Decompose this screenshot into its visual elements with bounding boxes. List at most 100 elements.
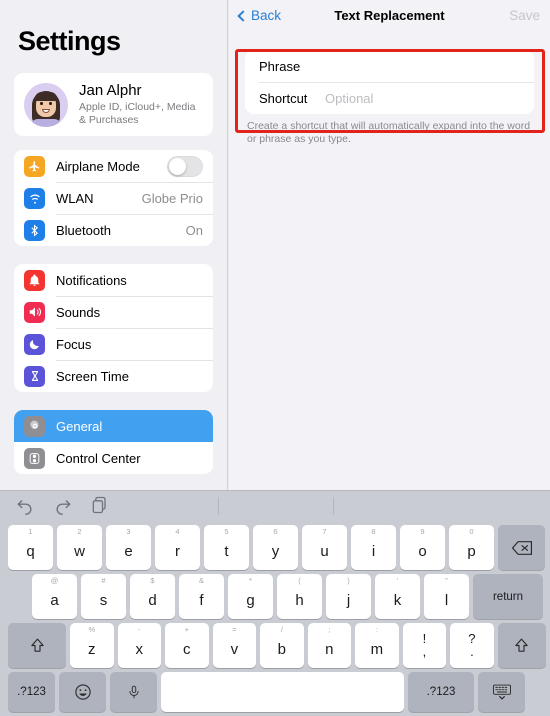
gear-icon [24, 415, 45, 437]
key-h[interactable]: (h [277, 574, 322, 619]
key-main-label: c [183, 640, 191, 658]
shift-key-left[interactable] [8, 623, 67, 668]
key-main-label: p [467, 542, 476, 560]
numbers-key-left[interactable]: .?123 [8, 672, 55, 712]
sidebar-item-screen-time[interactable]: Screen Time [14, 360, 213, 392]
space-key[interactable] [161, 672, 404, 712]
key-c[interactable]: + c [165, 623, 209, 668]
key-p[interactable]: 0p [449, 525, 494, 570]
key-alt-label: ' [396, 576, 399, 585]
key-s[interactable]: # s [81, 574, 126, 619]
shortcut-label: Shortcut [259, 90, 308, 106]
key-y[interactable]: 6y [253, 525, 298, 570]
alerts-group: Notifications Sounds Focus Screen Time [14, 264, 213, 392]
key-r[interactable]: 4r [155, 525, 200, 570]
key-alt-label: 3 [126, 527, 131, 536]
helper-text: Create a shortcut that will automaticall… [247, 120, 531, 145]
sidebar-item-focus[interactable]: Focus [14, 328, 213, 360]
redo-icon[interactable] [52, 495, 76, 517]
delete-key[interactable] [498, 525, 545, 570]
emoji-key[interactable] [59, 672, 106, 712]
sidebar-item-label: Notifications [56, 272, 127, 288]
key-main-label: w [74, 542, 85, 560]
sidebar-item-label: Focus [56, 336, 92, 352]
memoji-avatar [24, 82, 68, 127]
sidebar-item-control-center[interactable]: Control Center [14, 442, 213, 474]
key-g[interactable]: * g [228, 574, 273, 619]
text-replacement-form: Phrase Shortcut [245, 50, 534, 114]
key-a[interactable]: @ a [32, 574, 77, 619]
system-group: General Control Center [14, 410, 213, 474]
key-z[interactable]: % z [70, 623, 114, 668]
key-alt-label: 2 [77, 527, 82, 536]
key-alt-label: + [184, 625, 189, 634]
key-alt-label: $ [150, 576, 155, 585]
sidebar-item-sounds[interactable]: Sounds [14, 296, 213, 328]
key-k[interactable]: ' k [375, 574, 420, 619]
key-question-period[interactable]: ?. [450, 623, 494, 668]
key-i[interactable]: 8i [351, 525, 396, 570]
save-button[interactable]: Save [509, 8, 540, 23]
paste-icon[interactable] [90, 495, 114, 517]
key-b[interactable]: / b [260, 623, 304, 668]
wlan-value: Globe Prio [141, 190, 203, 206]
keyboard-row-4: .?123 .?123 [0, 672, 550, 712]
key-o[interactable]: 9o [400, 525, 445, 570]
profile-name: Jan Alphr [79, 82, 142, 99]
phrase-input[interactable] [325, 58, 520, 74]
numbers-key-right[interactable]: .?123 [408, 672, 474, 712]
profile-group: Jan Alphr Apple ID, iCloud+, Media & Pur… [14, 73, 213, 136]
key-q[interactable]: 1q [8, 525, 53, 570]
shortcut-input[interactable] [325, 90, 520, 106]
key-main-label: v [230, 640, 239, 658]
key-l[interactable]: " l [424, 574, 469, 619]
connectivity-group: Airplane Mode WLAN Globe Prio Bluetooth … [14, 150, 213, 246]
key-main-label: m [370, 640, 384, 658]
key-alt-label: 8 [371, 527, 376, 536]
key-main-label: l [444, 591, 449, 609]
microphone-key[interactable] [110, 672, 157, 712]
key-alt-label: % [88, 625, 96, 634]
shift-key-right[interactable] [497, 623, 546, 668]
key-u[interactable]: 7u [302, 525, 347, 570]
key-d[interactable]: $ d [130, 574, 175, 619]
key-alt-label: * [249, 576, 252, 585]
key-w[interactable]: 2w [57, 525, 102, 570]
phrase-row[interactable]: Phrase [245, 50, 534, 82]
key-x[interactable]: -x [117, 623, 162, 668]
key-main-label: o [418, 542, 427, 560]
key-alt-label: = [232, 625, 237, 634]
undo-icon[interactable] [14, 495, 38, 517]
back-button[interactable]: Back [237, 8, 281, 23]
sidebar-item-general[interactable]: General [14, 410, 213, 442]
key-alt-label: 0 [469, 527, 474, 536]
airplane-mode-toggle[interactable] [167, 155, 203, 177]
sidebar-item-bluetooth[interactable]: Bluetooth On [14, 214, 213, 246]
key-main-label: r [175, 542, 180, 560]
key-exclamation-comma[interactable]: !, [402, 623, 447, 668]
sidebar-item-notifications[interactable]: Notifications [14, 264, 213, 296]
key-main-label: u [320, 542, 329, 560]
key-n[interactable]: ; n [307, 623, 352, 668]
apple-id-row[interactable]: Jan Alphr Apple ID, iCloud+, Media & Pur… [14, 73, 213, 136]
return-key[interactable]: return [473, 574, 543, 619]
moon-icon [24, 333, 45, 355]
key-alt-label: 1 [28, 527, 33, 536]
key-alt-label: " [445, 576, 448, 585]
key-t[interactable]: 5t [204, 525, 249, 570]
key-main-label: b [277, 640, 286, 658]
key-v[interactable]: = v [212, 623, 257, 668]
key-j[interactable]: ) j [326, 574, 371, 619]
key-alt-label: 5 [224, 527, 229, 536]
key-main-label: g [246, 591, 255, 609]
shortcut-row[interactable]: Shortcut [245, 82, 534, 114]
key-f[interactable]: & f [179, 574, 224, 619]
sidebar-item-wlan[interactable]: WLAN Globe Prio [14, 182, 213, 214]
keyboard-toolbar [0, 491, 550, 521]
key-e[interactable]: 3e [106, 525, 151, 570]
sidebar-item-label: Control Center [56, 450, 141, 466]
key-main-label: f [199, 591, 204, 609]
key-m[interactable]: :m [355, 623, 399, 668]
keyboard-dismiss-key[interactable] [478, 672, 525, 712]
sidebar-item-airplane-mode[interactable]: Airplane Mode [14, 150, 213, 182]
